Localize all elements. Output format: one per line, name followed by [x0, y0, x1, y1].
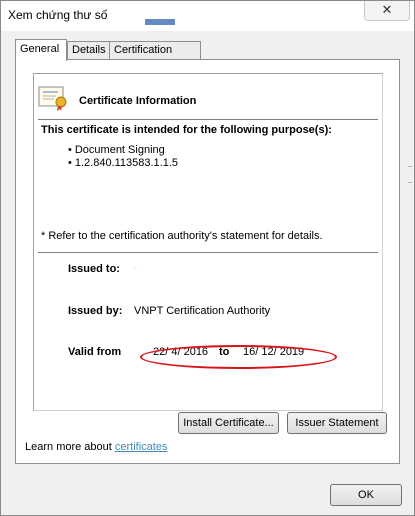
certificate-info-box: Certificate Information This certificate…	[33, 73, 383, 411]
purpose-item: Document Signing	[68, 144, 178, 157]
learn-more-text: Learn more about certificates	[25, 441, 167, 453]
learn-more-prefix: Learn more about	[25, 441, 112, 453]
issued-by-label: Issued by:	[68, 305, 123, 317]
divider	[38, 119, 378, 120]
issued-by-value: VNPT Certification Authority	[134, 305, 271, 317]
certificate-dialog: Xem chứng thư số ✕ General Details Certi…	[0, 0, 415, 516]
divider	[38, 252, 378, 253]
purpose-item: 1.2.840.113583.1.1.5	[68, 157, 178, 170]
edge-mark	[408, 182, 412, 183]
ok-button[interactable]: OK	[330, 484, 402, 506]
redaction-smear	[145, 19, 175, 25]
valid-from-label: Valid from	[68, 346, 122, 358]
general-tab-panel: Certificate Information This certificate…	[15, 59, 400, 464]
issuer-statement-button[interactable]: Issuer Statement	[287, 412, 387, 434]
title-bar[interactable]: Xem chứng thư số ✕	[1, 1, 414, 31]
red-annotation-ellipse	[140, 345, 337, 369]
purpose-list: Document Signing 1.2.840.113583.1.1.5	[68, 144, 178, 170]
issued-to-value: -	[134, 265, 138, 272]
purpose-heading: This certificate is intended for the fol…	[41, 124, 332, 136]
certificate-icon	[38, 86, 67, 111]
certificates-link[interactable]: certificates	[115, 441, 168, 453]
install-certificate-button[interactable]: Install Certificate...	[178, 412, 279, 434]
tab-general[interactable]: General	[15, 39, 67, 61]
refer-note: * Refer to the certification authority's…	[41, 230, 323, 242]
certificate-info-heading: Certificate Information	[79, 95, 197, 107]
edge-mark	[408, 166, 412, 167]
issued-to-label: Issued to:	[68, 263, 120, 275]
window-title: Xem chứng thư số	[8, 8, 108, 22]
tab-certification-path[interactable]: Certification Path	[109, 41, 201, 73]
close-button[interactable]: ✕	[364, 1, 410, 21]
